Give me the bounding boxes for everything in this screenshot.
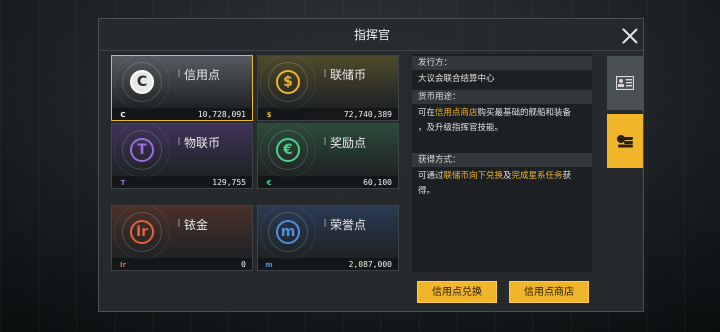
obtain-line2: 得。 bbox=[418, 186, 436, 196]
currency-name: 荣誉点 bbox=[330, 218, 367, 232]
divider bbox=[178, 69, 180, 77]
currency-tab[interactable] bbox=[607, 114, 643, 168]
currency-amount: 129,755 bbox=[212, 178, 246, 187]
currency-amount: 72,740,389 bbox=[343, 110, 392, 119]
currency-card[interactable]: $ 联储币 $72,740,389 bbox=[257, 55, 399, 121]
reserve-coin-mini-icon: $ bbox=[266, 111, 272, 119]
credit-coin-mini-icon: C bbox=[120, 111, 126, 119]
currency-amount: 0 bbox=[241, 260, 246, 269]
currency-card[interactable]: Ir 铱金 Ir 0 bbox=[111, 205, 253, 271]
credit-coin-icon: C bbox=[130, 70, 154, 94]
currency-card[interactable]: m 荣誉点 m 2,087,000 bbox=[257, 205, 399, 271]
commander-panel: 指挥官 C 信用点 C 10,728,091 $ 联储币 $72,740,389 T 物联币 T 1… bbox=[98, 18, 645, 312]
usage-pre: 可在 bbox=[418, 108, 436, 118]
profile-tab[interactable] bbox=[607, 56, 643, 110]
amount-bar: €60,100 bbox=[258, 176, 398, 188]
credit-shop-link[interactable]: 信用点商店 bbox=[435, 108, 478, 118]
amount-bar: T 129,755 bbox=[112, 176, 252, 188]
honor-coin-mini-icon: m bbox=[265, 261, 273, 269]
currency-card[interactable]: € 奖励点 €60,100 bbox=[257, 123, 399, 189]
issuer-text: 大议会联合结算中心 bbox=[418, 74, 495, 84]
currency-name: 奖励点 bbox=[330, 136, 367, 150]
currency-card[interactable]: C 信用点 C 10,728,091 bbox=[111, 55, 253, 121]
obtain-text: 可通过联储币向下兑换及完成星系任务获 得。 bbox=[418, 169, 588, 199]
currency-name: 联储币 bbox=[330, 68, 367, 82]
amount-bar: Ir 0 bbox=[112, 258, 252, 270]
usage-line2: ，及升级指挥官技能。 bbox=[418, 123, 504, 133]
iot-coin-icon: T bbox=[130, 138, 154, 162]
amount-bar: C 10,728,091 bbox=[112, 108, 252, 120]
credit-shop-button[interactable]: 信用点商店 bbox=[509, 281, 589, 303]
obtain-mid: 及 bbox=[503, 171, 512, 181]
divider bbox=[324, 137, 326, 145]
iridium-coin-icon: Ir bbox=[130, 220, 154, 244]
amount-bar: $72,740,389 bbox=[258, 108, 398, 120]
currency-description: 发行方： 大议会联合结算中心 货币用途： 可在信用点商店购买最基础的舰船和装备 … bbox=[412, 54, 592, 272]
currency-amount: 10,728,091 bbox=[197, 110, 246, 119]
currency-card[interactable]: T 物联币 T 129,755 bbox=[111, 123, 253, 189]
honor-coin-icon: m bbox=[276, 220, 300, 244]
divider bbox=[178, 137, 180, 145]
iot-coin-mini-icon: T bbox=[120, 179, 126, 187]
coin-stack-icon bbox=[617, 135, 633, 148]
side-tabs bbox=[607, 56, 643, 174]
issuer-label: 发行方： bbox=[412, 56, 592, 70]
reserve-exchange-link[interactable]: 联储币向下兑换 bbox=[444, 171, 504, 181]
panel-title: 指挥官 bbox=[99, 19, 645, 51]
galaxy-mission-link[interactable]: 完成星系任务 bbox=[512, 171, 563, 181]
credit-exchange-button[interactable]: 信用点兑换 bbox=[417, 281, 497, 303]
currency-name: 信用点 bbox=[184, 68, 221, 82]
divider bbox=[324, 69, 326, 77]
obtain-pre: 可通过 bbox=[418, 171, 444, 181]
reward-coin-mini-icon: € bbox=[266, 179, 272, 187]
profile-card-icon bbox=[616, 76, 634, 90]
amount-bar: m 2,087,000 bbox=[258, 258, 398, 270]
divider bbox=[324, 219, 326, 227]
close-button[interactable] bbox=[619, 25, 641, 47]
iridium-coin-mini-icon: Ir bbox=[119, 261, 127, 269]
currency-amount: 2,087,000 bbox=[348, 260, 392, 269]
reserve-coin-icon: $ bbox=[276, 70, 300, 94]
usage-text: 可在信用点商店购买最基础的舰船和装备 ，及升级指挥官技能。 bbox=[418, 106, 588, 136]
currency-amount: 60,100 bbox=[363, 178, 392, 187]
currency-name: 物联币 bbox=[184, 136, 221, 150]
currency-name: 铱金 bbox=[184, 218, 209, 232]
reward-coin-icon: € bbox=[276, 138, 300, 162]
usage-label: 货币用途： bbox=[412, 90, 592, 104]
usage-post: 购买最基础的舰船和装备 bbox=[477, 108, 572, 118]
divider bbox=[178, 219, 180, 227]
obtain-label: 获得方式： bbox=[412, 153, 592, 167]
obtain-post: 获 bbox=[562, 171, 572, 181]
